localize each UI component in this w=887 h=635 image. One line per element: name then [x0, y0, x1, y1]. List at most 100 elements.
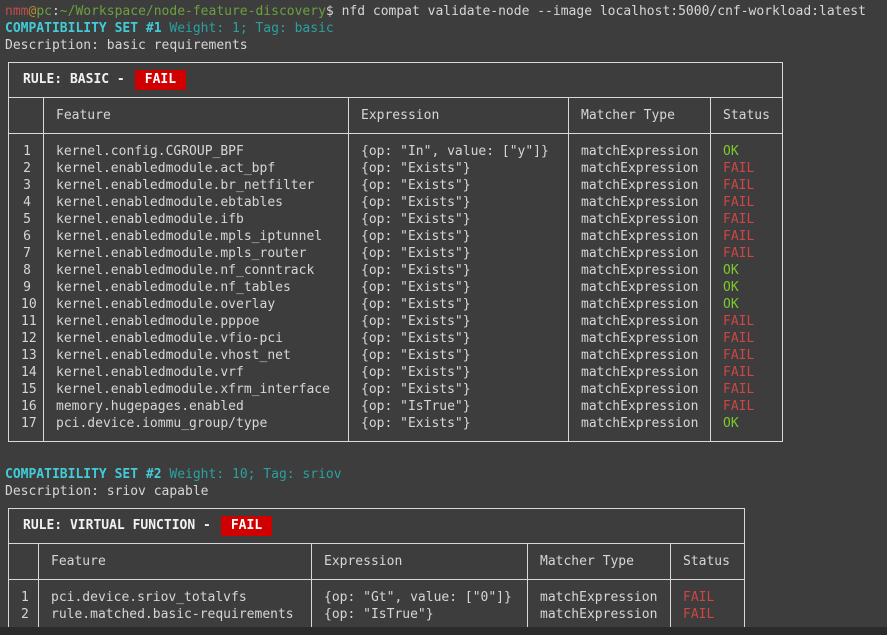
row-number: 1 [9, 134, 44, 161]
table-row: 6kernel.enabledmodule.mpls_iptunnel{op: … [9, 228, 783, 245]
expression-cell: {op: "Exists"} [349, 330, 569, 347]
rule-header-row: RULE: BASIC -FAIL [9, 63, 783, 98]
prompt-line: nmm@pc:~/Workspace/node-feature-discover… [0, 3, 887, 20]
expression-cell: {op: "Exists"} [349, 364, 569, 381]
matcher-type-cell: matchExpression [569, 313, 711, 330]
status-cell: FAIL [711, 194, 783, 211]
status-cell: OK [711, 279, 783, 296]
table-row: 5kernel.enabledmodule.ifb{op: "Exists"}m… [9, 211, 783, 228]
prompt-path: ~/Workspace/node-feature-discovery [60, 4, 326, 19]
matcher-type-cell: matchExpression [569, 228, 711, 245]
compat-set-1-table: RULE: BASIC -FAIL FeatureExpressionMatch… [8, 62, 783, 442]
feature-cell: pci.device.iommu_group/type [44, 415, 349, 442]
column-header: Expression [312, 544, 528, 580]
expression-cell: {op: "Exists"} [349, 313, 569, 330]
matcher-type-cell: matchExpression [569, 245, 711, 262]
matcher-type-cell: matchExpression [569, 398, 711, 415]
status-cell: FAIL [711, 381, 783, 398]
row-number: 3 [9, 177, 44, 194]
rule-status-badge: FAIL [221, 516, 272, 536]
table-row: 7kernel.enabledmodule.mpls_router{op: "E… [9, 245, 783, 262]
window-bottom-edge [0, 627, 887, 635]
expression-cell: {op: "Exists"} [349, 415, 569, 442]
expression-cell: {op: "Exists"} [349, 211, 569, 228]
column-header: Status [711, 98, 783, 134]
row-number: 2 [9, 160, 44, 177]
row-number: 12 [9, 330, 44, 347]
expression-cell: {op: "Exists"} [349, 279, 569, 296]
compat-set-2-heading: COMPATIBILITY SET #2 Weight: 10; Tag: sr… [0, 466, 887, 483]
matcher-type-cell: matchExpression [569, 330, 711, 347]
matcher-type-cell: matchExpression [569, 134, 711, 161]
matcher-type-cell: matchExpression [569, 160, 711, 177]
feature-cell: kernel.enabledmodule.xfrm_interface [44, 381, 349, 398]
compat-set-2-description: Description: sriov capable [0, 483, 887, 500]
table-row: 9kernel.enabledmodule.nf_tables{op: "Exi… [9, 279, 783, 296]
table-row: 17pci.device.iommu_group/type{op: "Exist… [9, 415, 783, 442]
table-body: 1kernel.config.CGROUP_BPF{op: "In", valu… [9, 134, 783, 442]
column-header: Feature [39, 544, 312, 580]
matcher-type-cell: matchExpression [528, 580, 671, 607]
status-cell: FAIL [711, 364, 783, 381]
table-row: 12kernel.enabledmodule.vfio-pci{op: "Exi… [9, 330, 783, 347]
expression-cell: {op: "Exists"} [349, 160, 569, 177]
feature-cell: kernel.config.CGROUP_BPF [44, 134, 349, 161]
table-row: 10kernel.enabledmodule.overlay{op: "Exis… [9, 296, 783, 313]
column-header: Expression [349, 98, 569, 134]
column-header [9, 544, 39, 580]
column-header: Matcher Type [528, 544, 671, 580]
feature-cell: kernel.enabledmodule.vrf [44, 364, 349, 381]
column-header: Status [671, 544, 745, 580]
compat-set-1-title: COMPATIBILITY SET #1 [5, 21, 162, 36]
row-number: 11 [9, 313, 44, 330]
status-cell: OK [711, 296, 783, 313]
feature-cell: kernel.enabledmodule.br_netfilter [44, 177, 349, 194]
feature-cell: kernel.enabledmodule.vhost_net [44, 347, 349, 364]
row-number: 5 [9, 211, 44, 228]
expression-cell: {op: "Exists"} [349, 262, 569, 279]
prompt-user: nmm [5, 4, 28, 19]
terminal-screen[interactable]: nmm@pc:~/Workspace/node-feature-discover… [0, 0, 887, 635]
status-cell: FAIL [711, 177, 783, 194]
status-cell: FAIL [711, 347, 783, 364]
row-number: 17 [9, 415, 44, 442]
table-row: 1pci.device.sriov_totalvfs{op: "Gt", val… [9, 580, 745, 607]
compat-set-1-meta: Weight: 1; Tag: basic [162, 21, 334, 36]
matcher-type-cell: matchExpression [569, 381, 711, 398]
status-cell: OK [711, 134, 783, 161]
row-number: 6 [9, 228, 44, 245]
row-number: 10 [9, 296, 44, 313]
feature-cell: kernel.enabledmodule.nf_tables [44, 279, 349, 296]
compat-set-2-title: COMPATIBILITY SET #2 [5, 467, 162, 482]
feature-cell: kernel.enabledmodule.nf_conntrack [44, 262, 349, 279]
feature-cell: kernel.enabledmodule.overlay [44, 296, 349, 313]
status-cell: FAIL [711, 398, 783, 415]
matcher-type-cell: matchExpression [569, 262, 711, 279]
matcher-type-cell: matchExpression [569, 194, 711, 211]
compat-set-2-table: RULE: VIRTUAL FUNCTION -FAIL FeatureExpr… [8, 508, 745, 633]
rule-status-badge: FAIL [135, 70, 186, 90]
feature-cell: memory.hugepages.enabled [44, 398, 349, 415]
matcher-type-cell: matchExpression [569, 279, 711, 296]
prompt-host: pc [36, 4, 52, 19]
column-header-row: FeatureExpressionMatcher TypeStatus [9, 544, 745, 580]
table-row: 1kernel.config.CGROUP_BPF{op: "In", valu… [9, 134, 783, 161]
matcher-type-cell: matchExpression [569, 364, 711, 381]
expression-cell: {op: "In", value: ["y"]} [349, 134, 569, 161]
feature-cell: kernel.enabledmodule.ebtables [44, 194, 349, 211]
row-number: 14 [9, 364, 44, 381]
row-number: 13 [9, 347, 44, 364]
expression-cell: {op: "Exists"} [349, 381, 569, 398]
column-header: Matcher Type [569, 98, 711, 134]
table-row: 13kernel.enabledmodule.vhost_net{op: "Ex… [9, 347, 783, 364]
feature-cell: kernel.enabledmodule.mpls_router [44, 245, 349, 262]
status-cell: FAIL [711, 228, 783, 245]
expression-cell: {op: "IsTrue"} [349, 398, 569, 415]
status-cell: FAIL [711, 211, 783, 228]
table-row: 11kernel.enabledmodule.pppoe{op: "Exists… [9, 313, 783, 330]
expression-cell: {op: "Exists"} [349, 177, 569, 194]
expression-cell: {op: "Exists"} [349, 347, 569, 364]
row-number: 7 [9, 245, 44, 262]
table-row: 3kernel.enabledmodule.br_netfilter{op: "… [9, 177, 783, 194]
column-header: Feature [44, 98, 349, 134]
